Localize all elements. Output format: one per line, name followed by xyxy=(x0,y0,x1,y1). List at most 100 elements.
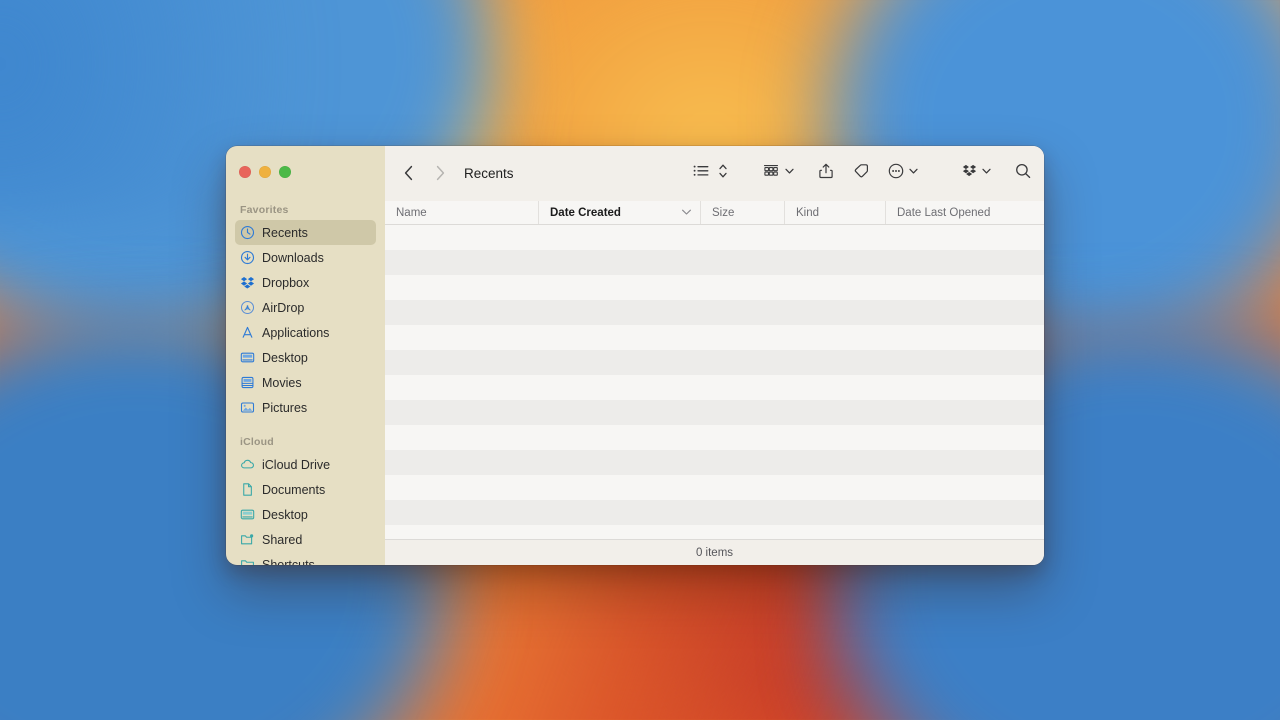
sidebar-item-applications[interactable]: Applications xyxy=(235,320,376,345)
sidebar-item-desktop[interactable]: Desktop xyxy=(235,345,376,370)
sidebar-item-recents[interactable]: Recents xyxy=(235,220,376,245)
more-actions-button[interactable] xyxy=(887,160,919,186)
chevron-down-icon xyxy=(784,163,795,184)
pictures-icon xyxy=(240,400,255,415)
sidebar-item-label: AirDrop xyxy=(262,301,304,315)
sidebar-item-label: Recents xyxy=(262,226,308,240)
maximize-button[interactable] xyxy=(279,166,291,178)
group-by-button[interactable] xyxy=(761,160,795,186)
list-view-icon xyxy=(692,163,712,184)
sidebar-titlebar[interactable] xyxy=(226,146,385,193)
column-header-row: Name Date Created Size Kind Date Last Op… xyxy=(385,201,1044,225)
applications-icon xyxy=(240,325,255,340)
sort-updown-icon xyxy=(718,163,728,184)
sidebar-item-pictures[interactable]: Pictures xyxy=(235,395,376,420)
sidebar-item-icloud-desktop[interactable]: Desktop xyxy=(235,502,376,527)
main-pane: Recents xyxy=(385,146,1044,565)
toolbar: Recents xyxy=(385,146,1044,201)
chevron-down-icon xyxy=(981,163,992,184)
cloud-icon xyxy=(240,457,255,472)
search-icon xyxy=(1014,162,1032,185)
ellipsis-circle-icon xyxy=(887,162,905,185)
tag-icon xyxy=(852,162,870,185)
sidebar-item-label: iCloud Drive xyxy=(262,458,330,472)
download-icon xyxy=(240,250,255,265)
airdrop-icon xyxy=(240,300,255,315)
forward-icon[interactable] xyxy=(430,162,450,184)
dropbox-button[interactable] xyxy=(961,160,992,186)
file-list-row[interactable] xyxy=(385,425,1044,450)
file-list-row[interactable] xyxy=(385,350,1044,375)
sidebar-group-title-icloud: iCloud xyxy=(226,436,385,452)
sidebar-item-label: Applications xyxy=(262,326,329,340)
column-header-date-last-opened[interactable]: Date Last Opened xyxy=(885,201,1044,224)
tags-button[interactable] xyxy=(852,160,870,186)
sidebar-item-label: Downloads xyxy=(262,251,324,265)
navigation-buttons xyxy=(399,162,450,184)
column-header-kind[interactable]: Kind xyxy=(784,201,885,224)
item-count-label: 0 items xyxy=(696,547,733,559)
search-button[interactable] xyxy=(1014,160,1032,186)
file-list-row[interactable] xyxy=(385,225,1044,250)
sidebar-item-label: Shortcuts xyxy=(262,558,315,566)
file-list-row[interactable] xyxy=(385,275,1044,300)
file-list-row[interactable] xyxy=(385,525,1044,539)
column-header-label: Name xyxy=(396,207,427,219)
file-list-row[interactable] xyxy=(385,400,1044,425)
page-title: Recents xyxy=(464,166,514,181)
movies-icon xyxy=(240,375,255,390)
column-header-size[interactable]: Size xyxy=(700,201,784,224)
shared-folder-icon xyxy=(240,532,255,547)
column-header-label: Kind xyxy=(796,207,819,219)
sidebar-item-dropbox[interactable]: Dropbox xyxy=(235,270,376,295)
sidebar-item-shortcuts[interactable]: Shortcuts xyxy=(235,552,376,565)
sidebar-item-label: Dropbox xyxy=(262,276,309,290)
file-list-row[interactable] xyxy=(385,325,1044,350)
share-button[interactable] xyxy=(817,160,835,186)
file-list-row[interactable] xyxy=(385,450,1044,475)
file-list-row[interactable] xyxy=(385,250,1044,275)
dropbox-icon xyxy=(961,162,978,184)
chevron-down-icon xyxy=(681,207,692,219)
desktop-icon xyxy=(240,507,255,522)
file-list-row[interactable] xyxy=(385,500,1044,525)
column-header-label: Size xyxy=(712,207,734,219)
status-bar: 0 items xyxy=(385,539,1044,565)
back-icon[interactable] xyxy=(399,162,419,184)
file-list-row[interactable] xyxy=(385,475,1044,500)
sidebar-item-label: Documents xyxy=(262,483,325,497)
column-header-label: Date Last Opened xyxy=(897,207,990,219)
document-icon xyxy=(240,482,255,497)
finder-window: Favorites Recents Downloads xyxy=(226,146,1044,565)
sidebar-item-label: Shared xyxy=(262,533,302,547)
file-list-row[interactable] xyxy=(385,375,1044,400)
view-list-button[interactable] xyxy=(692,160,728,186)
sidebar-item-shared[interactable]: Shared xyxy=(235,527,376,552)
grid-view-icon xyxy=(761,163,781,184)
clock-icon xyxy=(240,225,255,240)
traffic-lights xyxy=(239,166,291,178)
sidebar-item-downloads[interactable]: Downloads xyxy=(235,245,376,270)
sidebar-item-label: Pictures xyxy=(262,401,307,415)
sidebar-item-icloud-drive[interactable]: iCloud Drive xyxy=(235,452,376,477)
sidebar-item-documents[interactable]: Documents xyxy=(235,477,376,502)
chevron-down-icon xyxy=(908,163,919,184)
column-header-label: Date Created xyxy=(550,207,621,219)
folder-icon xyxy=(240,557,255,565)
sidebar-item-movies[interactable]: Movies xyxy=(235,370,376,395)
sidebar-item-label: Movies xyxy=(262,376,302,390)
minimize-button[interactable] xyxy=(259,166,271,178)
file-list-row[interactable] xyxy=(385,300,1044,325)
file-list[interactable] xyxy=(385,225,1044,539)
dropbox-icon xyxy=(240,275,255,290)
column-header-name[interactable]: Name xyxy=(385,201,538,224)
column-header-date-created[interactable]: Date Created xyxy=(538,201,700,224)
sidebar-item-label: Desktop xyxy=(262,351,308,365)
sidebar-item-airdrop[interactable]: AirDrop xyxy=(235,295,376,320)
sidebar: Favorites Recents Downloads xyxy=(226,146,385,565)
sidebar-item-label: Desktop xyxy=(262,508,308,522)
share-icon xyxy=(817,162,835,185)
close-button[interactable] xyxy=(239,166,251,178)
sidebar-group-title-favorites: Favorites xyxy=(226,204,385,220)
desktop-icon xyxy=(240,350,255,365)
